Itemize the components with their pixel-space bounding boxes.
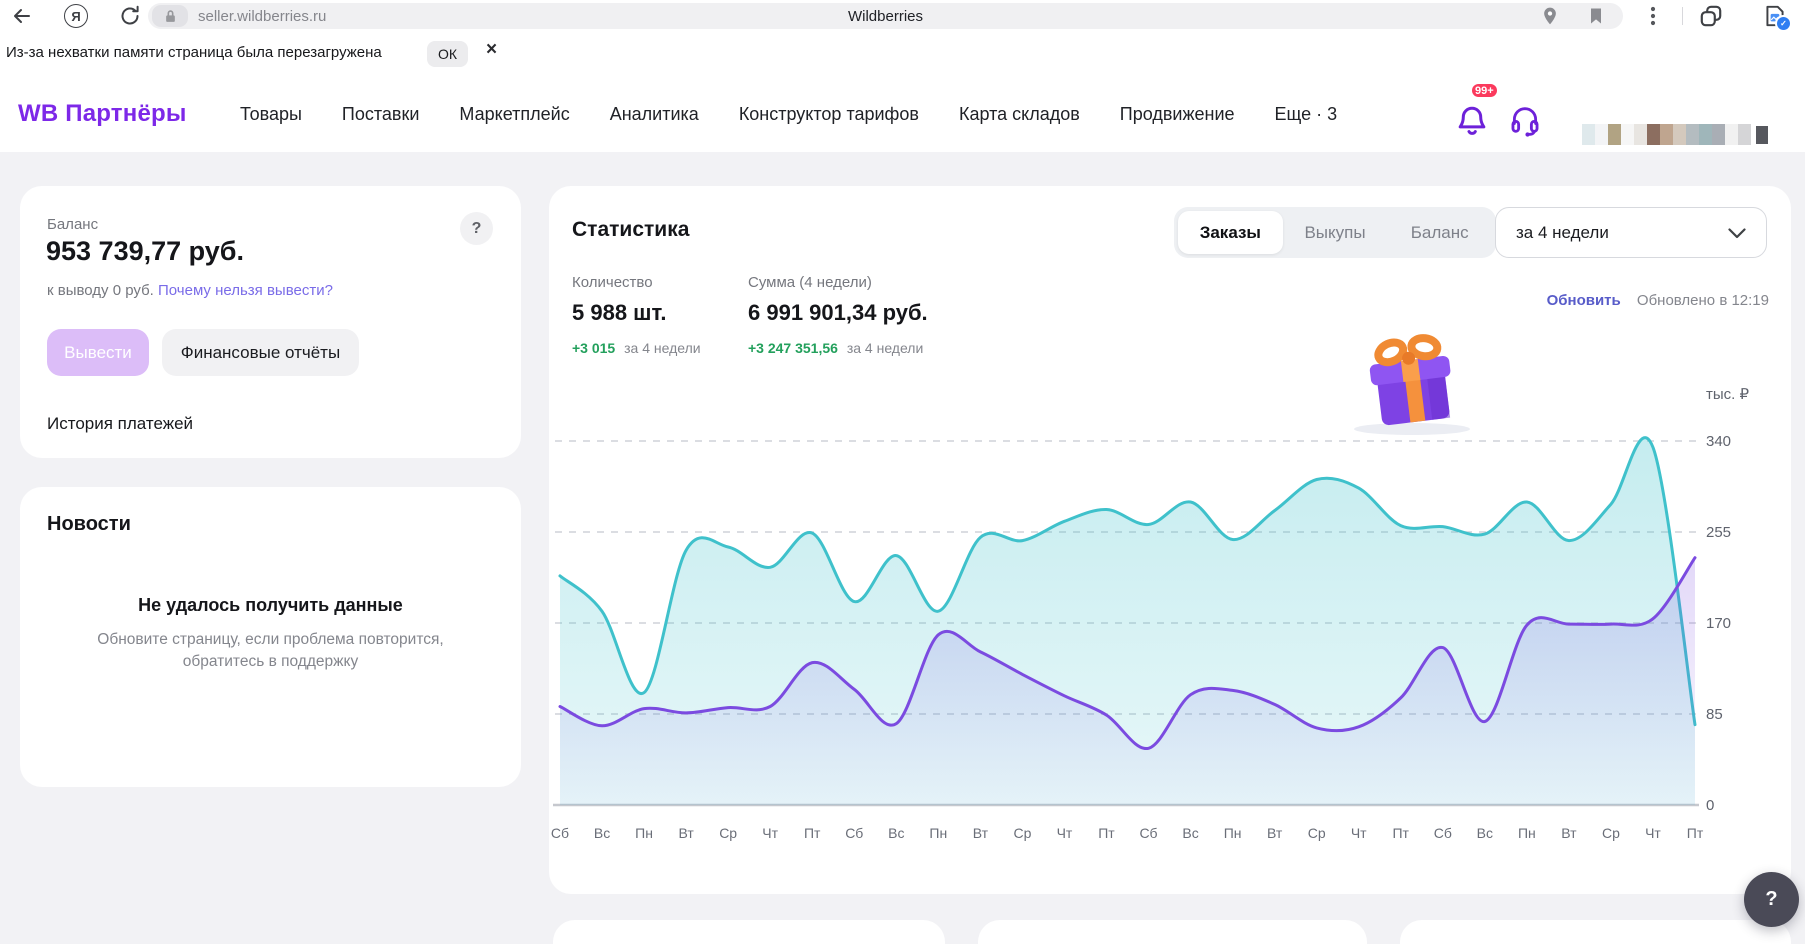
memory-close-icon[interactable]: ×	[486, 39, 497, 61]
yandex-browser-icon[interactable]: Я	[64, 4, 88, 28]
bookmark-icon[interactable]	[1586, 6, 1606, 26]
masked-seller-name-end	[1756, 126, 1768, 144]
bottom-card-2	[978, 920, 1367, 944]
profile-document-icon[interactable]: ✓	[1762, 3, 1788, 29]
page-title: Wildberries	[148, 8, 1623, 25]
withdraw-note-row: к выводу 0 руб. Почему нельзя вывести?	[47, 282, 333, 299]
statistics-tabs: Заказы Выкупы Баланс	[1174, 207, 1496, 258]
balance-amount: 953 739,77 руб.	[46, 236, 244, 267]
chevron-down-icon	[1728, 228, 1746, 239]
period-dropdown[interactable]: за 4 недели	[1495, 207, 1767, 258]
memory-notice-bar: Из-за нехватки памяти страница была пере…	[0, 32, 1805, 77]
page-content: Баланс 953 739,77 руб. к выводу 0 руб. П…	[0, 152, 1805, 944]
balance-card: Баланс 953 739,77 руб. к выводу 0 руб. П…	[20, 186, 521, 458]
nav-item-prodvizhenie[interactable]: Продвижение	[1120, 104, 1235, 125]
masked-seller-name	[1582, 124, 1751, 145]
why-cant-withdraw-link[interactable]: Почему нельзя вывести?	[158, 282, 333, 299]
support-headset-icon[interactable]	[1508, 103, 1542, 137]
metric-quantity: Количество 5 988 шт. +3 015 за 4 недели	[572, 274, 701, 356]
news-title: Новости	[47, 513, 131, 536]
nav-item-tovary[interactable]: Товары	[240, 104, 302, 125]
withdraw-button[interactable]: Вывести	[47, 329, 149, 376]
balance-help-button[interactable]: ?	[460, 212, 493, 245]
balance-label: Баланс	[47, 216, 98, 233]
notifications-count-badge: 99+	[1470, 82, 1499, 99]
metric-sum-delta: +3 247 351,56	[748, 340, 838, 356]
metric-quantity-value: 5 988 шт.	[572, 300, 701, 326]
payment-history-link[interactable]: История платежей	[47, 414, 193, 434]
memory-notice-text: Из-за нехватки памяти страница была пере…	[6, 44, 382, 61]
nav-item-analitika[interactable]: Аналитика	[610, 104, 699, 125]
sync-check-badge: ✓	[1775, 15, 1792, 32]
browser-toolbar: Я seller.wildberries.ru Wildberries ✓	[0, 0, 1805, 32]
statistics-card: Статистика Заказы Выкупы Баланс за 4 нед…	[549, 186, 1791, 894]
nav-menu: Товары Поставки Маркетплейс Аналитика Ко…	[240, 76, 1337, 152]
metric-sum-label: Сумма (4 недели)	[748, 274, 928, 291]
statistics-title: Статистика	[572, 218, 689, 242]
metric-quantity-delta: +3 015	[572, 340, 615, 356]
metric-quantity-label: Количество	[572, 274, 701, 291]
news-error-text: Обновите страницу, если проблема повтори…	[90, 629, 451, 673]
tab-balans[interactable]: Баланс	[1387, 211, 1492, 254]
nav-item-tarify[interactable]: Конструктор тарифов	[739, 104, 919, 125]
bottom-card-3	[1400, 920, 1791, 944]
refresh-link[interactable]: Обновить	[1547, 292, 1621, 309]
period-value: за 4 недели	[1516, 223, 1609, 243]
metric-sum-value: 6 991 901,34 руб.	[748, 300, 928, 326]
toolbar-divider	[1682, 7, 1683, 25]
news-card: Новости Не удалось получить данные Обнов…	[20, 487, 521, 787]
nav-item-sklady[interactable]: Карта складов	[959, 104, 1080, 125]
location-pin-icon[interactable]	[1540, 6, 1560, 26]
updated-timestamp: Обновлено в 12:19	[1637, 292, 1769, 309]
financial-reports-button[interactable]: Финансовые отчёты	[162, 329, 359, 376]
reload-icon[interactable]	[118, 4, 142, 28]
nav-item-more[interactable]: Еще · 3	[1275, 104, 1338, 125]
metric-sum-delta-suffix: за 4 недели	[847, 340, 923, 356]
bottom-card-1	[553, 920, 945, 944]
main-navigation: WB Партнёры Товары Поставки Маркетплейс …	[0, 76, 1805, 153]
tab-zakazy[interactable]: Заказы	[1178, 211, 1283, 254]
nav-item-postavki[interactable]: Поставки	[342, 104, 420, 125]
withdraw-note: к выводу 0 руб.	[47, 282, 154, 299]
nav-item-marketplace[interactable]: Маркетплейс	[459, 104, 569, 125]
tab-vykupy[interactable]: Выкупы	[1283, 211, 1388, 254]
metric-quantity-delta-suffix: за 4 недели	[624, 340, 700, 356]
metric-sum: Сумма (4 недели) 6 991 901,34 руб. +3 24…	[748, 274, 928, 356]
notifications-bell-icon[interactable]	[1454, 102, 1490, 138]
news-error-title: Не удалось получить данные	[20, 595, 521, 616]
wb-partners-logo[interactable]: WB Партнёры	[18, 76, 187, 152]
memory-ok-button[interactable]: ОК	[427, 41, 468, 67]
tabs-panel-icon[interactable]	[1698, 3, 1724, 29]
back-icon[interactable]	[10, 4, 34, 28]
address-bar[interactable]: seller.wildberries.ru Wildberries	[148, 3, 1623, 29]
floating-help-button[interactable]: ?	[1744, 872, 1799, 927]
browser-menu-icon[interactable]	[1641, 4, 1665, 28]
